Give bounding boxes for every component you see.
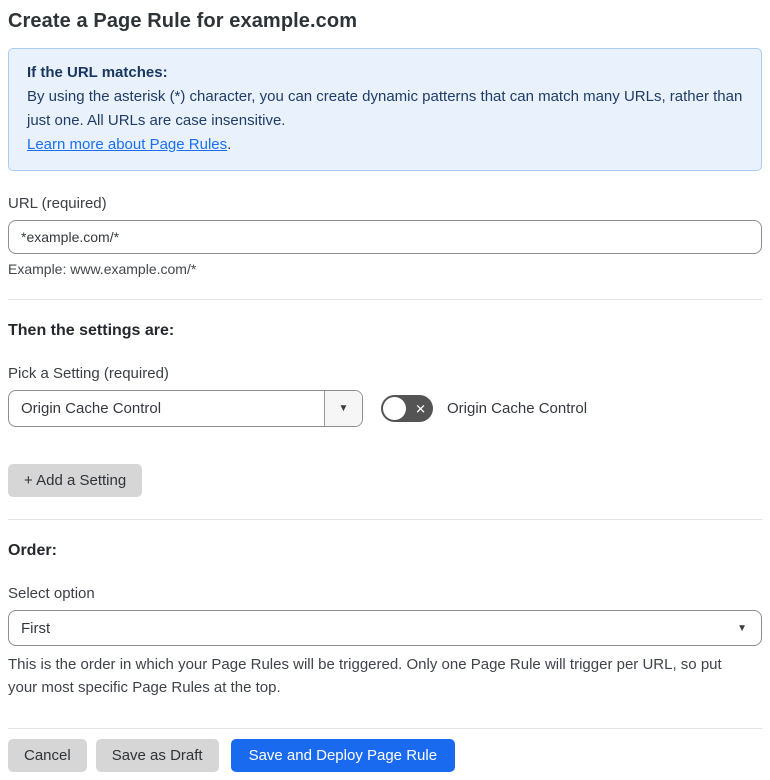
origin-cache-control-toggle[interactable]: ✕ xyxy=(381,395,433,422)
toggle-off-x-icon: ✕ xyxy=(415,401,426,416)
url-input[interactable] xyxy=(8,220,762,254)
setting-select[interactable]: Origin Cache Control ▼ xyxy=(8,390,363,427)
setting-row: Origin Cache Control ▼ ✕ Origin Cache Co… xyxy=(8,390,762,427)
info-box-body: By using the asterisk (*) character, you… xyxy=(27,88,743,129)
learn-more-link[interactable]: Learn more about Page Rules xyxy=(27,136,227,153)
url-example-helper: Example: www.example.com/* xyxy=(8,261,197,277)
order-section-heading: Order: xyxy=(8,542,57,559)
create-page-rule-form: Create a Page Rule for example.com If th… xyxy=(0,0,770,780)
page-title: Create a Page Rule for example.com xyxy=(8,10,358,32)
settings-section-heading: Then the settings are: xyxy=(8,322,175,339)
setting-select-value: Origin Cache Control xyxy=(21,400,162,417)
action-button-row: Cancel Save as Draft Save and Deploy Pag… xyxy=(8,739,762,772)
chevron-down-icon: ▼ xyxy=(737,622,747,634)
divider xyxy=(8,299,762,300)
save-and-deploy-button[interactable]: Save and Deploy Page Rule xyxy=(230,739,456,772)
link-suffix: . xyxy=(227,136,232,153)
order-select-value: First xyxy=(21,619,51,637)
info-box-link-line: Learn more about Page Rules. xyxy=(27,133,743,157)
order-select[interactable]: First ▼ xyxy=(8,610,762,646)
order-helper-text: This is the order in which your Page Rul… xyxy=(8,656,722,696)
toggle-label: Origin Cache Control xyxy=(447,400,588,417)
order-select-label: Select option xyxy=(8,585,95,602)
chevron-down-icon: ▼ xyxy=(324,391,362,426)
add-setting-wrap: + Add a Setting xyxy=(8,464,762,497)
url-label: URL (required) xyxy=(8,195,107,212)
cancel-button[interactable]: Cancel xyxy=(8,739,87,772)
url-field-group: URL (required) Example: www.example.com/… xyxy=(8,195,762,277)
pick-setting-label: Pick a Setting (required) xyxy=(8,365,169,382)
add-setting-button[interactable]: + Add a Setting xyxy=(8,464,143,497)
divider xyxy=(8,728,762,729)
save-as-draft-button[interactable]: Save as Draft xyxy=(95,739,219,772)
divider xyxy=(8,519,762,520)
url-match-info-box: If the URL matches: By using the asteris… xyxy=(8,48,762,171)
info-box-heading: If the URL matches: xyxy=(27,64,168,81)
toggle-knob xyxy=(383,397,406,420)
